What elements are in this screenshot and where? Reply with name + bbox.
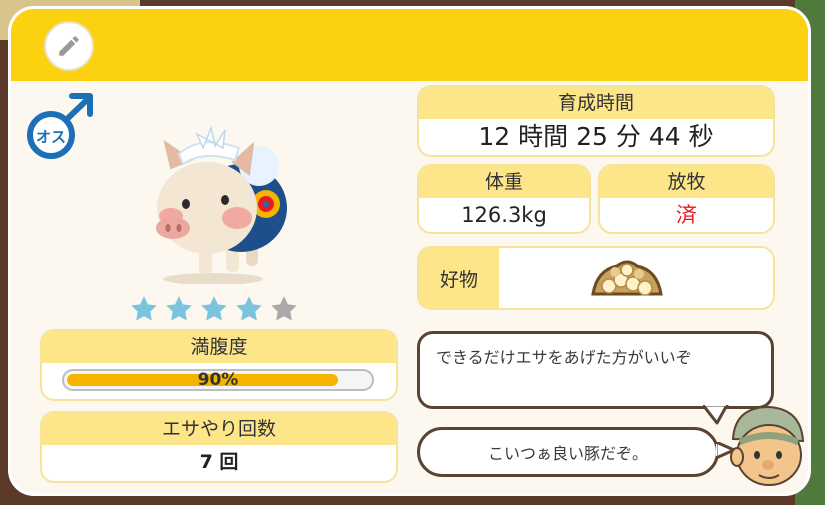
fullness-box: 満腹度 90% (42, 331, 396, 399)
graze-status-value: 済 (676, 203, 697, 227)
comment-text: こいつぁ良い豚だぞ。 (487, 444, 648, 463)
peanuts-icon (591, 260, 663, 296)
star-filled-icon (131, 296, 157, 321)
pencil-icon (59, 36, 79, 56)
advice-text: できるだけエサをあげた方がいいぞ (436, 348, 692, 367)
favorite-food-label: 好物 (419, 248, 499, 308)
growth-time-label: 育成時間 (419, 87, 773, 119)
rating-stars (129, 294, 299, 324)
feed-count-value: 7 回 (199, 451, 239, 473)
growth-time-box: 育成時間 12 時間 25 分 44 秒 (419, 87, 773, 155)
edit-button[interactable] (44, 21, 94, 71)
graze-box: 放牧 済 (600, 166, 773, 232)
star-filled-icon (166, 296, 192, 321)
advice-speech-bubble: できるだけエサをあげた方がいいぞ (417, 331, 774, 409)
farmer-character (730, 405, 805, 486)
weight-box: 体重 126.3kg (419, 166, 589, 232)
gender-badge: オス (23, 91, 103, 161)
feed-count-label: エサやり回数 (42, 413, 396, 445)
growth-time-value: 12 時間 25 分 44 秒 (478, 122, 714, 151)
fullness-gauge: 90% (62, 369, 374, 391)
favorite-food-box: 好物 (419, 248, 773, 308)
fullness-label: 満腹度 (42, 331, 396, 363)
comment-speech-bubble: こいつぁ良い豚だぞ。 (417, 427, 719, 477)
star-empty-icon (271, 296, 297, 321)
star-filled-icon (201, 296, 227, 321)
panel-header (11, 9, 808, 81)
weight-value: 126.3kg (461, 203, 547, 227)
pig-image (156, 125, 287, 284)
gender-label: オス (35, 128, 66, 146)
fullness-value: 90% (197, 370, 239, 390)
pig-status-panel: オス 満腹度 90% エサやり回数 7 回 育成時間 12 時間 25 分 44… (8, 6, 811, 496)
star-filled-icon (236, 296, 262, 321)
feed-count-box: エサやり回数 7 回 (42, 413, 396, 481)
graze-label: 放牧 (600, 166, 773, 198)
weight-label: 体重 (419, 166, 589, 198)
